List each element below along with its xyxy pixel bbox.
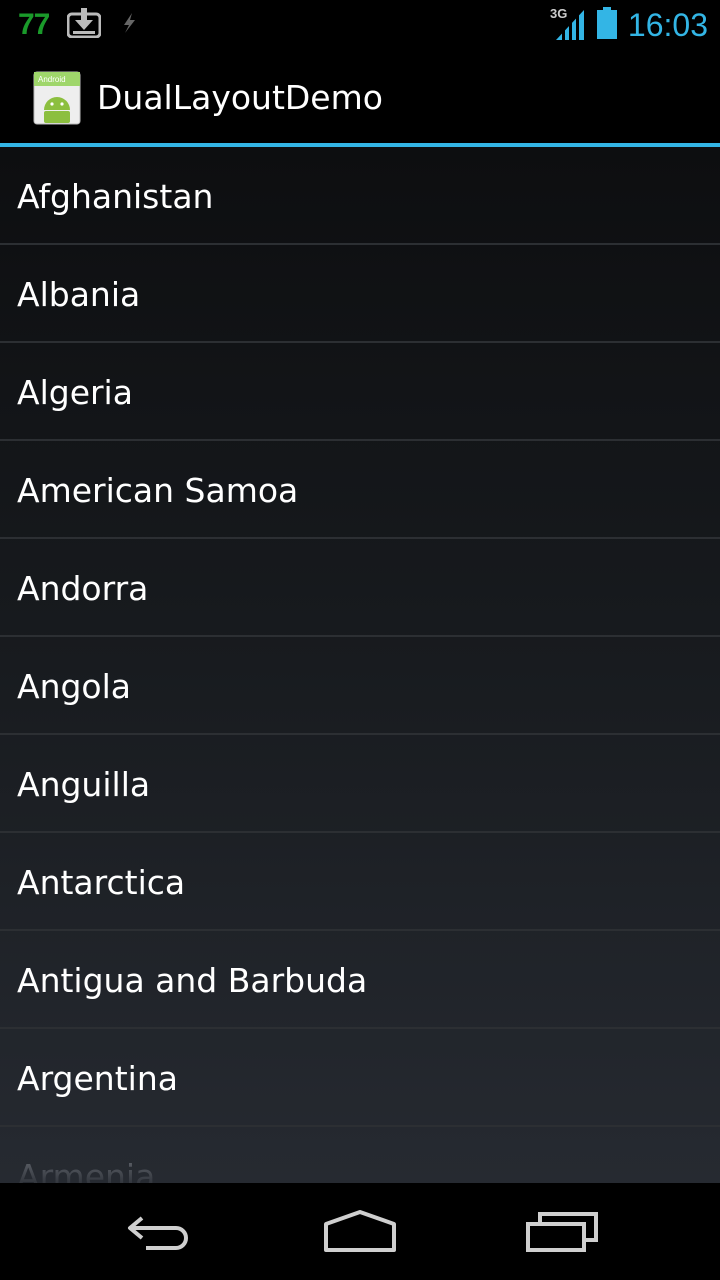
list-item[interactable]: Argentina: [0, 1029, 720, 1127]
list-item[interactable]: Algeria: [0, 343, 720, 441]
list-item-label: Algeria: [17, 373, 133, 412]
list-item-label: American Samoa: [17, 471, 299, 510]
action-bar: Android DualLayoutDemo: [0, 50, 720, 147]
list-item-label: Andorra: [17, 569, 149, 608]
recent-apps-icon[interactable]: [517, 1202, 607, 1262]
download-icon: [66, 8, 102, 42]
list-item[interactable]: Afghanistan: [0, 147, 720, 245]
list-item[interactable]: American Samoa: [0, 441, 720, 539]
clock: 16:03: [627, 6, 708, 43]
network-type-label: 3G: [550, 6, 567, 21]
status-bar: 77 3G 16:03: [0, 0, 720, 50]
list-item[interactable]: Antigua and Barbuda: [0, 931, 720, 1029]
list-item-label: Albania: [17, 275, 141, 314]
notification-count: 77: [18, 8, 50, 41]
list-item-label: Argentina: [17, 1059, 178, 1098]
list-item[interactable]: Antarctica: [0, 833, 720, 931]
list-item[interactable]: Albania: [0, 245, 720, 343]
list-item[interactable]: Anguilla: [0, 735, 720, 833]
list-item-label: Anguilla: [17, 765, 151, 804]
list-item-label: Armenia: [17, 1157, 156, 1183]
country-list[interactable]: Afghanistan Albania Algeria American Sam…: [0, 147, 720, 1183]
home-icon[interactable]: [315, 1202, 405, 1262]
signal-bolt-icon: [119, 11, 139, 39]
app-icon-label: Android: [38, 75, 66, 84]
list-item-label: Angola: [17, 667, 132, 706]
android-app-icon[interactable]: Android: [32, 70, 82, 126]
battery-icon: [596, 7, 618, 43]
list-item-label: Antigua and Barbuda: [17, 961, 368, 1000]
list-item[interactable]: Angola: [0, 637, 720, 735]
list-item-label: Afghanistan: [17, 177, 214, 216]
navigation-bar: [0, 1184, 720, 1280]
list-item[interactable]: Andorra: [0, 539, 720, 637]
list-item[interactable]: Armenia: [0, 1127, 720, 1183]
app-title: DualLayoutDemo: [97, 78, 383, 117]
cell-signal-icon: 3G: [550, 6, 586, 44]
list-item-label: Antarctica: [17, 863, 186, 902]
back-icon[interactable]: [114, 1202, 204, 1262]
